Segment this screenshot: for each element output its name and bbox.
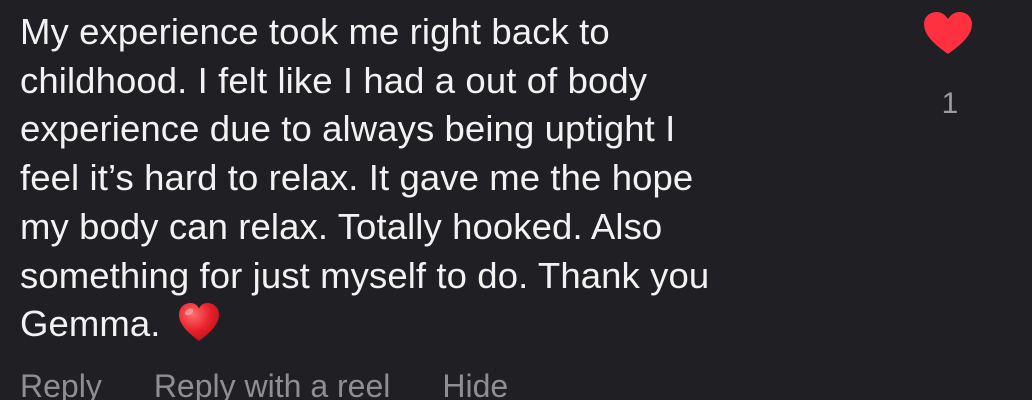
reply-with-reel-button[interactable]: Reply with a reel [154,366,391,400]
comment-line: experience due to always being uptight I [20,108,676,150]
comment-actions: Reply Reply with a reel Hide [20,366,508,400]
comment-text: My experience took me right back to chil… [20,8,870,349]
comment-line: feel it’s hard to relax. It gave me the … [20,157,694,199]
reply-button[interactable]: Reply [20,366,102,400]
red-heart-emoji-icon [178,303,219,342]
like-count: 1 [941,87,959,120]
heart-icon[interactable] [922,10,974,56]
comment-line: my body can relax. Totally hooked. Also [20,205,663,247]
comment-card: My experience took me right back to chil… [0,0,1032,400]
comment-line: childhood. I felt like I had a out of bo… [20,59,648,101]
comment-last-line: Gemma. [20,300,870,349]
comment-line: My experience took me right back to [20,11,610,52]
comment-line: Gemma. [20,303,161,345]
hide-button[interactable]: Hide [442,366,508,400]
like-block: 1 [918,8,982,120]
comment-line: something for just myself to do. Thank y… [20,254,710,296]
